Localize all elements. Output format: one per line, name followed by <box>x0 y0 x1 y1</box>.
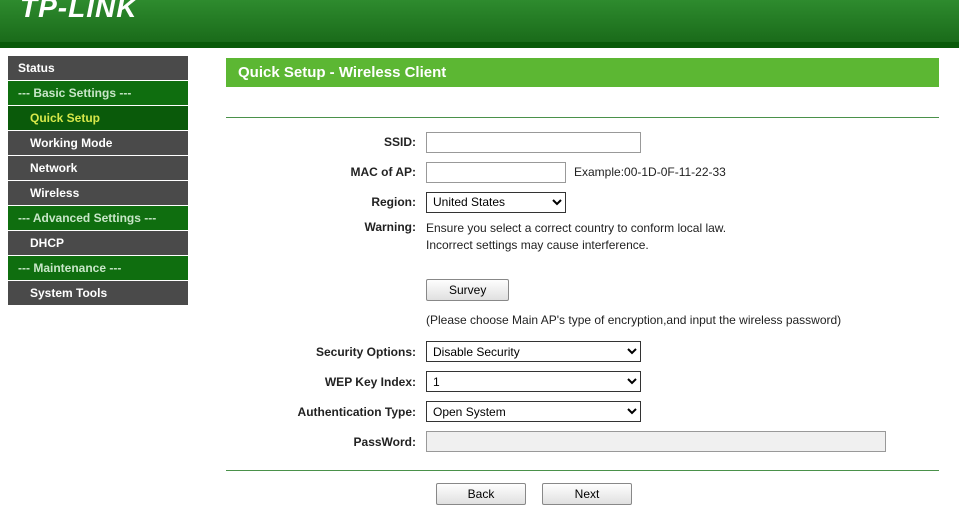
sidebar: Status --- Basic Settings --- Quick Setu… <box>0 48 196 515</box>
security-select[interactable]: Disable Security <box>426 341 641 362</box>
wep-index-select[interactable]: 1 <box>426 371 641 392</box>
sidebar-item-dhcp[interactable]: DHCP <box>8 231 188 255</box>
brand-logo: TP-LINK <box>20 0 137 24</box>
label-wep-index: WEP Key Index: <box>226 375 426 389</box>
next-button[interactable]: Next <box>542 483 632 505</box>
mac-input[interactable] <box>426 162 566 183</box>
sidebar-section-advanced: --- Advanced Settings --- <box>8 206 188 230</box>
sidebar-item-label: Quick Setup <box>18 111 100 125</box>
sidebar-item-network[interactable]: Network <box>8 156 188 180</box>
label-ssid: SSID: <box>226 135 426 149</box>
back-button[interactable]: Back <box>436 483 526 505</box>
header-bar: TP-LINK <box>0 0 959 48</box>
divider <box>226 470 939 471</box>
ssid-input[interactable] <box>426 132 641 153</box>
sidebar-item-working-mode[interactable]: Working Mode <box>8 131 188 155</box>
label-mac: MAC of AP: <box>226 165 426 179</box>
label-security: Security Options: <box>226 345 426 359</box>
sidebar-item-wireless[interactable]: Wireless <box>8 181 188 205</box>
warning-text-2: Incorrect settings may cause interferenc… <box>426 237 939 254</box>
encryption-note: (Please choose Main AP's type of encrypt… <box>426 313 841 327</box>
auth-type-select[interactable]: Open System <box>426 401 641 422</box>
sidebar-section-basic: --- Basic Settings --- <box>8 81 188 105</box>
label-auth-type: Authentication Type: <box>226 405 426 419</box>
label-password: PassWord: <box>226 435 426 449</box>
page-title: Quick Setup - Wireless Client <box>226 58 939 87</box>
sidebar-section-maintenance: --- Maintenance --- <box>8 256 188 280</box>
sidebar-item-status[interactable]: Status <box>8 56 188 80</box>
survey-button[interactable]: Survey <box>426 279 509 301</box>
main-content: Quick Setup - Wireless Client SSID: MAC … <box>196 48 959 515</box>
password-input[interactable] <box>426 431 886 452</box>
mac-example: Example:00-1D-0F-11-22-33 <box>574 165 726 179</box>
sidebar-item-quick-setup[interactable]: Quick Setup <box>8 106 188 130</box>
sidebar-item-system-tools[interactable]: System Tools <box>8 281 188 305</box>
warning-text-1: Ensure you select a correct country to c… <box>426 220 939 237</box>
region-select[interactable]: United States <box>426 192 566 213</box>
label-warning: Warning: <box>226 220 426 234</box>
label-region: Region: <box>226 195 426 209</box>
